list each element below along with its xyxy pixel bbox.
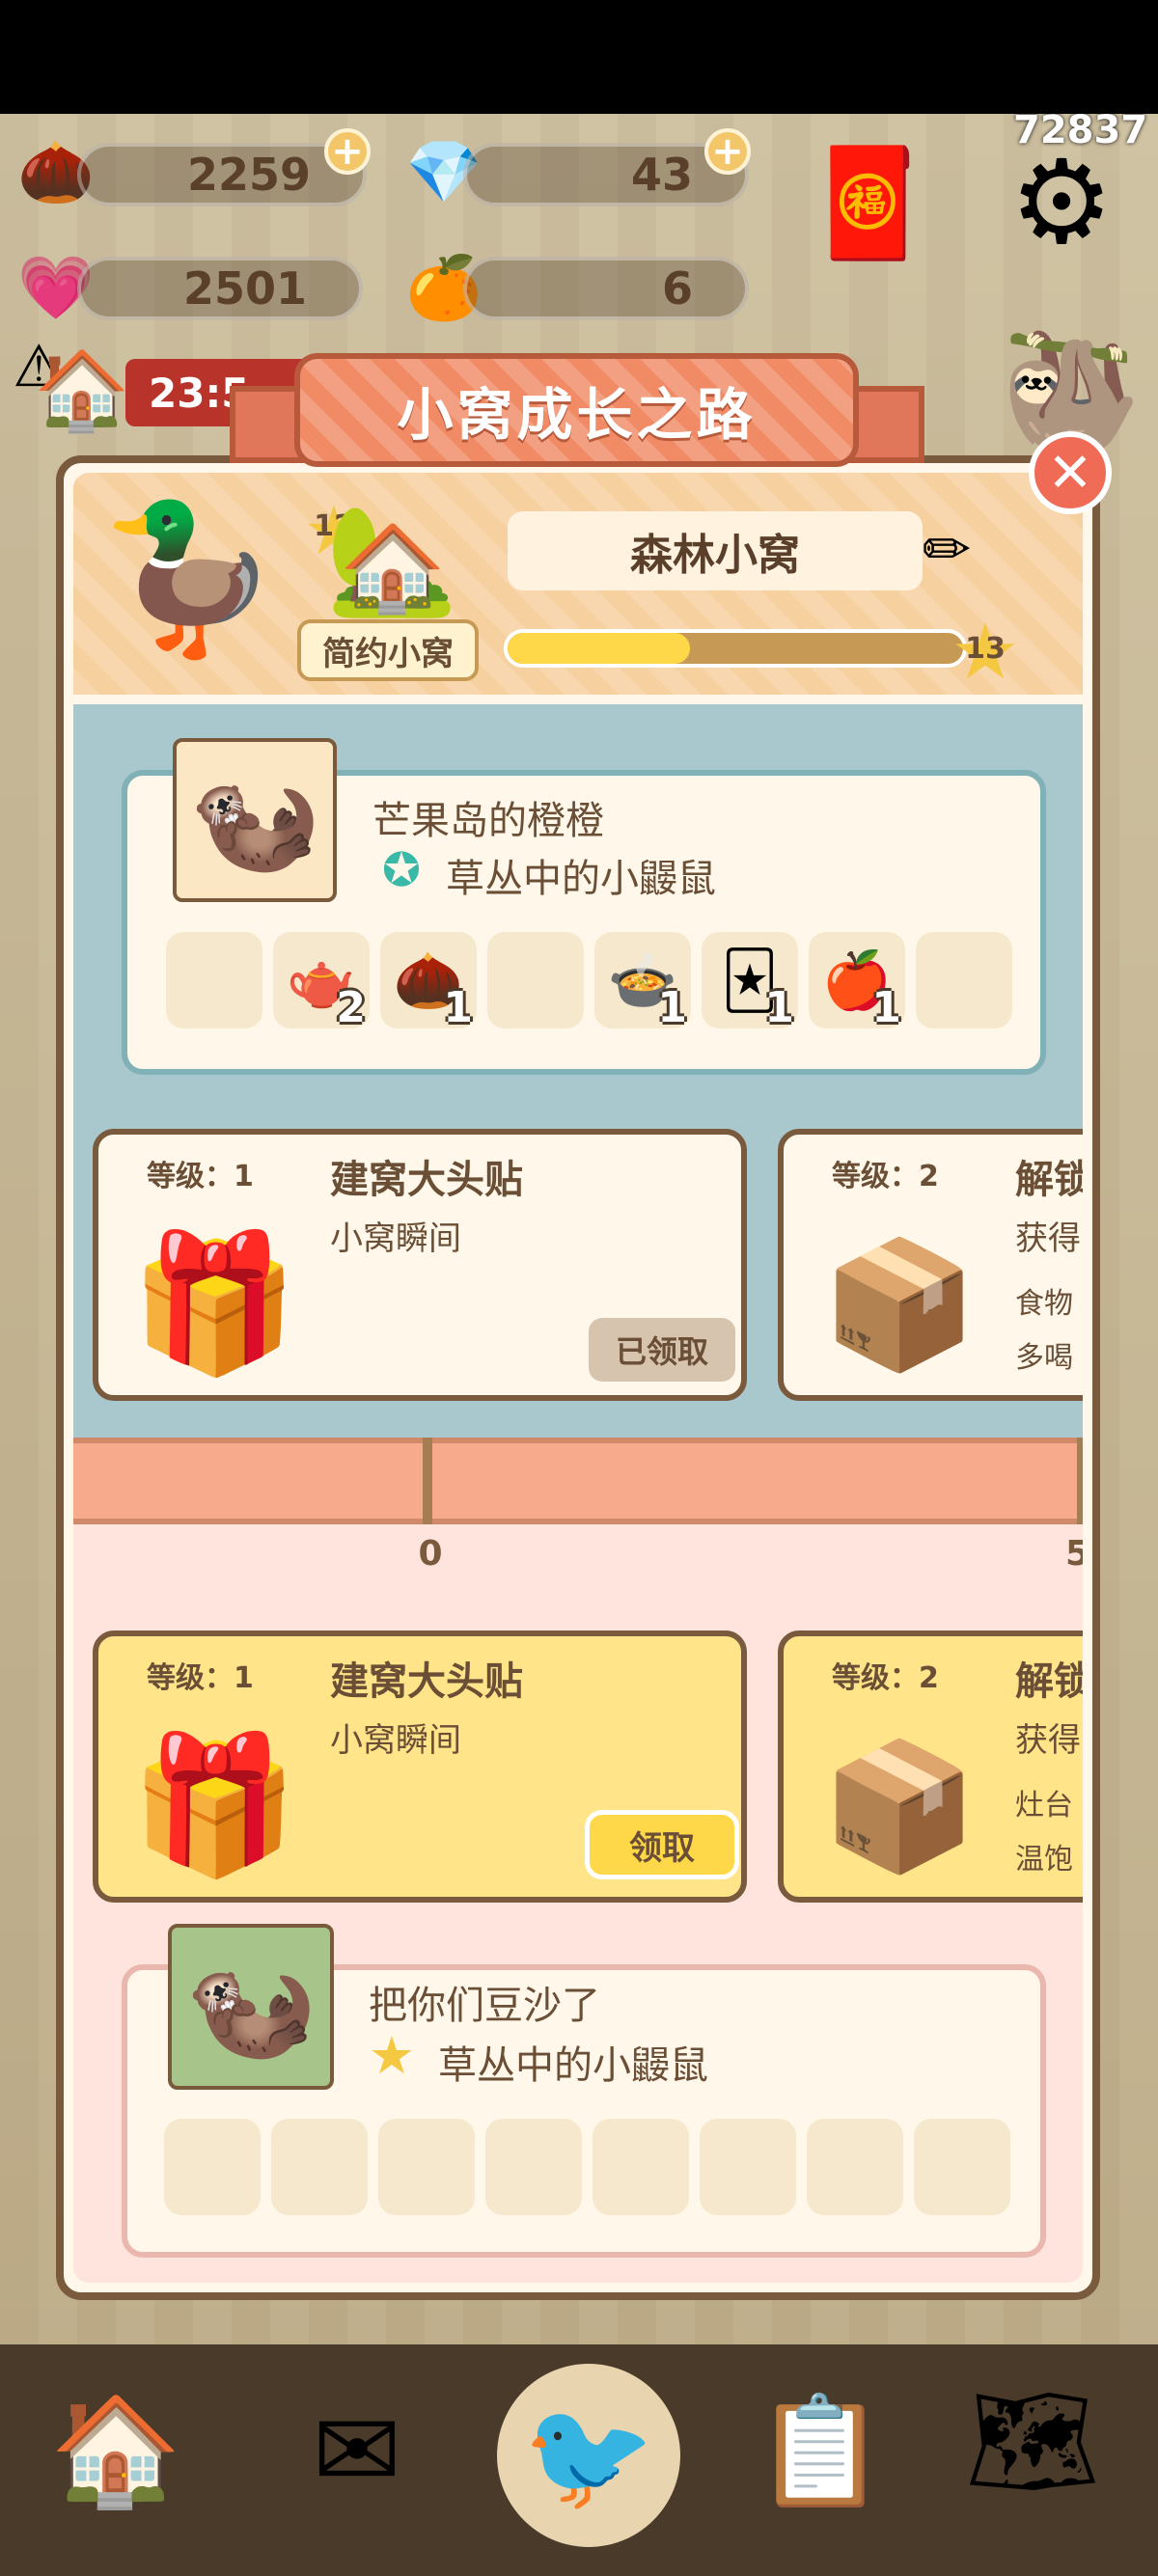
orange-counter: 6	[463, 257, 749, 320]
close-button[interactable]: ✕	[1029, 431, 1112, 514]
friend-title: 草丛中的小鼹鼠	[446, 857, 716, 901]
empty-item-slot	[485, 2119, 582, 2215]
item-slot: 🍎 1	[809, 932, 905, 1032]
item-slot: 🍲 1	[594, 932, 691, 1032]
reward-level: 等级：1	[147, 1160, 254, 1193]
title-star-icon: ★	[368, 2024, 416, 2086]
reward-title: 解锁	[1015, 1659, 1083, 1704]
friend-avatar[interactable]: 🦦	[173, 738, 337, 902]
acorn-value: 2259	[186, 149, 311, 201]
reward-line3: 灶台	[1015, 1789, 1073, 1822]
nav-tasks-button[interactable]: 📋	[733, 2364, 907, 2537]
item-slot	[166, 932, 262, 1028]
my-name: 把你们豆沙了	[369, 1984, 600, 2028]
settings-gear-icon[interactable]: ⚙	[984, 125, 1139, 280]
reward-desc: 获得	[1015, 1219, 1081, 1258]
item-slot	[916, 932, 1012, 1028]
status-bar	[0, 0, 1158, 114]
friend-name: 芒果岛的橙橙	[372, 799, 604, 843]
reward-level: 等级：2	[832, 1160, 939, 1193]
nav-nest-button[interactable]: 🏠	[29, 2364, 203, 2537]
heart-counter: 2501	[77, 257, 363, 320]
nav-friends-button[interactable]: 🐦	[497, 2364, 680, 2547]
claimed-button[interactable]: 已领取	[589, 1318, 735, 1382]
nest-growth-panel: 🦆 ★ 12 🏡 简约小窝 森林小窝 ✏ ★ 13 🦦 芒果岛的橙橙 ✪ 草丛中…	[56, 455, 1100, 2300]
pencil-edit-icon[interactable]: ✏	[903, 502, 990, 598]
item-slot	[487, 932, 584, 1028]
my-title: 草丛中的小鼹鼠	[438, 2043, 708, 2088]
milestone-label-end: 50	[1065, 1534, 1083, 1574]
milestone-tick-end	[1077, 1438, 1083, 1524]
house-icon[interactable]: 🏠	[29, 338, 135, 444]
gift-box-icon: 🎁	[129, 1727, 299, 1884]
item-slot: 🫖 2	[273, 932, 370, 1032]
reward-desc: 小窝瞬间	[330, 1721, 461, 1760]
reward-desc: 小窝瞬间	[330, 1219, 461, 1258]
item-count: 2	[336, 983, 366, 1032]
milestone-track	[73, 1438, 1083, 1524]
next-level-number: 13	[965, 632, 1006, 666]
empty-item-slot	[593, 2119, 689, 2215]
empty-item-slot	[700, 2119, 796, 2215]
nav-mail-button[interactable]: ✉	[270, 2364, 444, 2537]
acorn-counter: 2259	[77, 143, 367, 206]
panel-title: 小窝成长之路	[294, 353, 859, 467]
empty-item-slot	[164, 2119, 261, 2215]
mandarin-duck-icon: 🦆	[98, 495, 280, 663]
item-count: 1	[443, 983, 473, 1032]
item-count: 1	[764, 983, 794, 1032]
reward-line3: 食物	[1015, 1287, 1073, 1321]
orange-value: 6	[661, 262, 693, 315]
empty-item-slot	[271, 2119, 368, 2215]
reward-level: 等级：2	[832, 1661, 939, 1695]
item-slot: 🃏 1	[702, 932, 798, 1032]
item-count: 1	[657, 983, 687, 1032]
package-box-icon: 📦	[821, 1732, 978, 1879]
item-count: 1	[871, 983, 901, 1032]
reward-line4: 多喝	[1015, 1341, 1073, 1375]
milestone-label-start: 0	[418, 1534, 443, 1574]
reward-level: 等级：1	[147, 1661, 254, 1695]
milestone-tick-start	[423, 1438, 432, 1524]
reward-title: 建窝大头贴	[330, 1158, 523, 1202]
nest-progress-bar	[504, 629, 967, 668]
reward-title: 建窝大头贴	[330, 1659, 523, 1704]
reward-line4: 温饱	[1015, 1843, 1073, 1877]
nav-map-button[interactable]: 🗺	[946, 2354, 1119, 2528]
reward-desc: 获得	[1015, 1721, 1081, 1760]
item-slot: 🌰 1	[380, 932, 477, 1032]
next-nest-name: 森林小窝	[508, 511, 923, 590]
nest-progress-fill	[508, 633, 690, 664]
package-box-icon: 📦	[821, 1230, 978, 1378]
empty-item-slot	[807, 2119, 903, 2215]
reward-card-level-1: 等级：1 建窝大头贴 小窝瞬间 🎁 领取	[93, 1631, 747, 1903]
empty-item-slot	[378, 2119, 475, 2215]
current-nest-name: 简约小窝	[297, 619, 479, 681]
crystal-value: 43	[630, 149, 693, 201]
acorn-add-button[interactable]: +	[324, 128, 371, 175]
friend-item-slots: 🫖 2 🌰 1 🍲 1 🃏 1 🍎 1	[166, 932, 1034, 1032]
reward-card-level-2: 等级：2 解锁 获得 食物 多喝 📦	[778, 1129, 1083, 1401]
empty-item-slot	[914, 2119, 1010, 2215]
crystal-add-button[interactable]: +	[704, 128, 751, 175]
otter-avatar[interactable]: 🦦	[168, 1924, 334, 2090]
reward-card-level-1: 等级：1 建窝大头贴 小窝瞬间 🎁 已领取	[93, 1129, 747, 1401]
claim-button[interactable]: 领取	[585, 1810, 739, 1879]
heart-value: 2501	[182, 262, 307, 315]
my-item-slots	[164, 2119, 1052, 2219]
reward-card-level-2: 等级：2 解锁 获得 灶台 温饱 📦	[778, 1631, 1083, 1903]
gift-pack-icon[interactable]: 🧧	[791, 125, 946, 280]
title-badge-icon: ✪	[381, 843, 422, 897]
gift-box-icon: 🎁	[129, 1225, 299, 1383]
reward-title: 解锁	[1015, 1158, 1083, 1202]
nest-house-icon: 🏡	[325, 497, 458, 621]
